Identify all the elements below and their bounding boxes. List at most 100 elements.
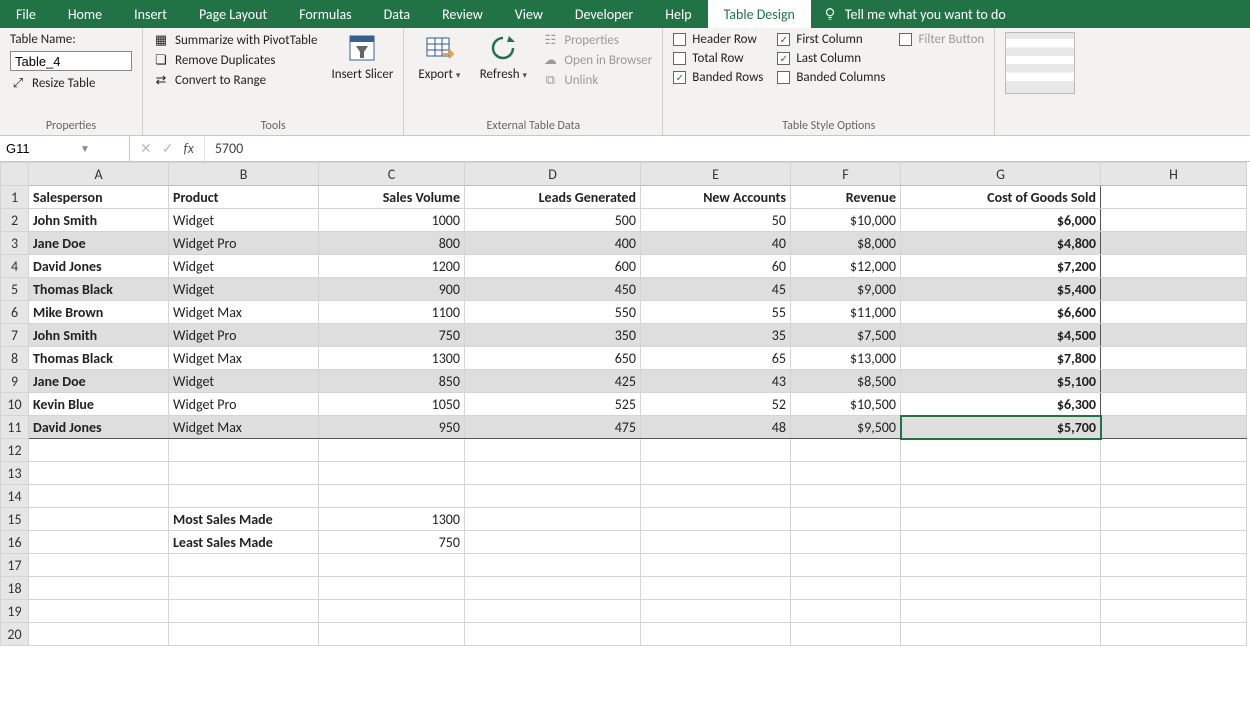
cell-E9[interactable]: 43	[641, 370, 791, 393]
cell-E7[interactable]: 35	[641, 324, 791, 347]
cell-D20[interactable]	[465, 623, 641, 646]
cell-E5[interactable]: 45	[641, 278, 791, 301]
cell-G9[interactable]: $5,100	[901, 370, 1101, 393]
tab-page-layout[interactable]: Page Layout	[183, 0, 283, 28]
cell-G16[interactable]	[901, 531, 1101, 554]
cell-F7[interactable]: $7,500	[791, 324, 901, 347]
insert-slicer-button[interactable]: Insert Slicer	[331, 32, 393, 82]
cell-A18[interactable]	[29, 577, 169, 600]
cell-B4[interactable]: Widget	[169, 255, 319, 278]
tell-me-search[interactable]: Tell me what you want to do	[811, 0, 1018, 28]
cell-H20[interactable]	[1101, 623, 1247, 646]
cell-E16[interactable]	[641, 531, 791, 554]
row-header-20[interactable]: 20	[1, 623, 29, 646]
cell-E18[interactable]	[641, 577, 791, 600]
resize-table-button[interactable]: ⤢ Resize Table	[10, 75, 132, 91]
cell-D12[interactable]	[465, 439, 641, 462]
cell-E6[interactable]: 55	[641, 301, 791, 324]
cell-H5[interactable]	[1101, 278, 1247, 301]
row-header-15[interactable]: 15	[1, 508, 29, 531]
tab-data[interactable]: Data	[368, 0, 426, 28]
cell-A6[interactable]: Mike Brown	[29, 301, 169, 324]
cell-H12[interactable]	[1101, 439, 1247, 462]
cell-H18[interactable]	[1101, 577, 1247, 600]
cell-E8[interactable]: 65	[641, 347, 791, 370]
cell-G18[interactable]	[901, 577, 1101, 600]
cell-D7[interactable]: 350	[465, 324, 641, 347]
tab-review[interactable]: Review	[426, 0, 499, 28]
select-all-corner[interactable]	[1, 163, 29, 186]
cell-A11[interactable]: David Jones	[29, 416, 169, 439]
row-header-4[interactable]: 4	[1, 255, 29, 278]
row-header-9[interactable]: 9	[1, 370, 29, 393]
cell-F6[interactable]: $11,000	[791, 301, 901, 324]
fx-icon[interactable]: fx	[183, 140, 193, 157]
cell-F4[interactable]: $12,000	[791, 255, 901, 278]
cell-B17[interactable]	[169, 554, 319, 577]
row-header-11[interactable]: 11	[1, 416, 29, 439]
cell-H15[interactable]	[1101, 508, 1247, 531]
tab-developer[interactable]: Developer	[559, 0, 649, 28]
cell-F12[interactable]	[791, 439, 901, 462]
column-header-E[interactable]: E	[641, 163, 791, 186]
cell-F1[interactable]: Revenue	[791, 186, 901, 209]
remove-dups-button[interactable]: ❏Remove Duplicates	[153, 52, 317, 68]
row-header-6[interactable]: 6	[1, 301, 29, 324]
enter-icon[interactable]: ✓	[162, 140, 174, 157]
name-box[interactable]: ▼	[0, 136, 130, 161]
cell-B12[interactable]	[169, 439, 319, 462]
column-header-H[interactable]: H	[1101, 163, 1247, 186]
cell-G6[interactable]: $6,600	[901, 301, 1101, 324]
row-header-14[interactable]: 14	[1, 485, 29, 508]
cell-B20[interactable]	[169, 623, 319, 646]
cell-D5[interactable]: 450	[465, 278, 641, 301]
cell-C16[interactable]: 750	[319, 531, 465, 554]
row-header-16[interactable]: 16	[1, 531, 29, 554]
cell-B1[interactable]: Product	[169, 186, 319, 209]
chevron-down-icon[interactable]: ▼	[80, 142, 90, 155]
cell-F15[interactable]	[791, 508, 901, 531]
row-header-12[interactable]: 12	[1, 439, 29, 462]
cell-C14[interactable]	[319, 485, 465, 508]
cell-B19[interactable]	[169, 600, 319, 623]
cell-H1[interactable]	[1101, 186, 1247, 209]
cell-B15[interactable]: Most Sales Made	[169, 508, 319, 531]
cell-G2[interactable]: $6,000	[901, 209, 1101, 232]
cell-F19[interactable]	[791, 600, 901, 623]
tab-home[interactable]: Home	[52, 0, 118, 28]
cell-D16[interactable]	[465, 531, 641, 554]
export-button[interactable]: Export ▾	[414, 32, 464, 82]
cell-A10[interactable]: Kevin Blue	[29, 393, 169, 416]
cell-D19[interactable]	[465, 600, 641, 623]
cell-H4[interactable]	[1101, 255, 1247, 278]
cell-D10[interactable]: 525	[465, 393, 641, 416]
cell-A12[interactable]	[29, 439, 169, 462]
cell-D17[interactable]	[465, 554, 641, 577]
cell-H14[interactable]	[1101, 485, 1247, 508]
cell-G3[interactable]: $4,800	[901, 232, 1101, 255]
cell-E3[interactable]: 40	[641, 232, 791, 255]
cell-D6[interactable]: 550	[465, 301, 641, 324]
cell-B13[interactable]	[169, 462, 319, 485]
cell-F11[interactable]: $9,500	[791, 416, 901, 439]
cell-C20[interactable]	[319, 623, 465, 646]
cell-D15[interactable]	[465, 508, 641, 531]
first-column-toggle[interactable]: First Column	[777, 32, 885, 47]
table-style-swatch[interactable]	[1005, 32, 1075, 94]
row-header-1[interactable]: 1	[1, 186, 29, 209]
worksheet-grid[interactable]: ABCDEFGH1SalespersonProductSales VolumeL…	[0, 162, 1250, 646]
cell-D8[interactable]: 650	[465, 347, 641, 370]
cell-G10[interactable]: $6,300	[901, 393, 1101, 416]
cell-E4[interactable]: 60	[641, 255, 791, 278]
cell-E12[interactable]	[641, 439, 791, 462]
cell-A19[interactable]	[29, 600, 169, 623]
cell-H17[interactable]	[1101, 554, 1247, 577]
cell-G19[interactable]	[901, 600, 1101, 623]
column-header-G[interactable]: G	[901, 163, 1101, 186]
row-header-13[interactable]: 13	[1, 462, 29, 485]
cell-E2[interactable]: 50	[641, 209, 791, 232]
cell-F10[interactable]: $10,500	[791, 393, 901, 416]
cell-A5[interactable]: Thomas Black	[29, 278, 169, 301]
cell-C17[interactable]	[319, 554, 465, 577]
cell-B5[interactable]: Widget	[169, 278, 319, 301]
